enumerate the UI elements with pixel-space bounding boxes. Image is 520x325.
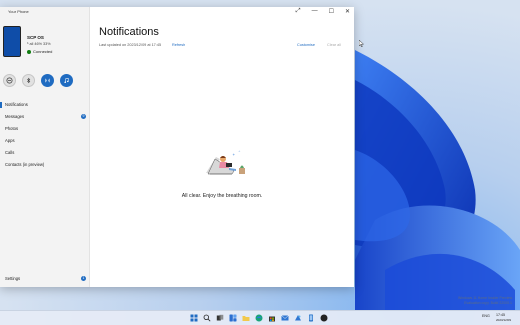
file-explorer-icon[interactable] [242, 314, 250, 322]
audio-button[interactable] [41, 74, 54, 87]
task-view-icon[interactable] [216, 314, 224, 322]
bluetooth-button[interactable] [22, 74, 35, 87]
music-button[interactable] [60, 74, 73, 87]
phone-image [3, 26, 21, 57]
app-title: Your Phone [8, 9, 29, 14]
maximize-button[interactable]: ☐ [329, 8, 334, 15]
messages-badge: 9 [81, 114, 86, 119]
dnd-icon [6, 77, 13, 84]
bluetooth-icon [27, 77, 31, 84]
connection-status: Connected [27, 49, 52, 54]
svg-text:+: + [238, 149, 241, 153]
sidebar-item-messages[interactable]: Messages [5, 114, 24, 119]
photos-icon[interactable] [294, 314, 302, 322]
sidebar-item-notifications[interactable]: Notifications [5, 102, 28, 107]
desktop-watermark: Windows 11 Home Insider Preview Evaluati… [392, 296, 512, 306]
music-icon [64, 78, 69, 84]
tray-language[interactable]: ENG [482, 314, 490, 318]
minimize-button[interactable]: — [312, 8, 318, 15]
empty-state-message: All clear. Enjoy the breathing room. [181, 193, 263, 199]
edge-icon[interactable] [255, 314, 263, 322]
main-pane: ⤢ — ☐ ✕ Notifications Last updated on 20… [90, 7, 354, 287]
connection-label: Connected [33, 49, 53, 54]
sidebar: Your Phone SCP OS ᵇ all 46% 33% Connecte… [0, 7, 90, 287]
watermark-line-2: Evaluation copy. Build 22000.1 [464, 301, 512, 305]
page-title: Notifications [99, 26, 159, 38]
customise-link[interactable]: Customise [297, 43, 315, 47]
mail-icon[interactable] [281, 314, 289, 322]
sidebar-item-contacts[interactable]: Contacts (in preview) [5, 162, 44, 167]
sidebar-item-calls[interactable]: Calls [5, 150, 14, 155]
relaxing-person-illustration: ✦ + [206, 149, 245, 175]
your-phone-window: Your Phone SCP OS ᵇ all 46% 33% Connecte… [0, 7, 354, 287]
connected-dot-icon [27, 49, 31, 54]
tray-date[interactable]: 2023/12/09 [496, 318, 511, 322]
search-icon[interactable] [203, 314, 211, 322]
window-controls: ⤢ — ☐ ✕ [296, 8, 350, 15]
nav-selected-indicator [0, 102, 2, 108]
other-app-icon[interactable] [320, 314, 328, 322]
sidebar-item-settings[interactable]: Settings [5, 276, 20, 281]
taskbar: ENG 17:45 2023/12/09 [0, 310, 520, 325]
phone-name: SCP OS [27, 35, 44, 40]
refresh-link[interactable]: Refresh [172, 43, 185, 47]
mouse-cursor-icon [359, 40, 364, 47]
start-icon[interactable] [190, 314, 198, 322]
svg-text:✦: ✦ [232, 152, 236, 157]
close-button[interactable]: ✕ [345, 8, 350, 15]
audio-icon [45, 78, 50, 83]
pin-button[interactable]: ⤢ [296, 8, 301, 15]
dnd-button[interactable] [3, 74, 16, 87]
settings-badge: 1 [81, 276, 86, 281]
store-icon[interactable] [268, 314, 276, 322]
wallpaper-bloom [355, 50, 520, 310]
sidebar-item-photos[interactable]: Photos [5, 126, 18, 131]
widgets-icon[interactable] [229, 314, 237, 322]
tray-clock[interactable]: 17:45 [496, 313, 505, 317]
phone-battery-status: ᵇ all 46% 33% [27, 42, 51, 46]
sidebar-item-apps[interactable]: Apps [5, 138, 15, 143]
your-phone-icon[interactable] [307, 314, 315, 322]
clear-all-button[interactable]: Clear all [327, 43, 341, 47]
last-updated-text: Last updated on 2023/12/09 at 17:45 [99, 43, 162, 47]
